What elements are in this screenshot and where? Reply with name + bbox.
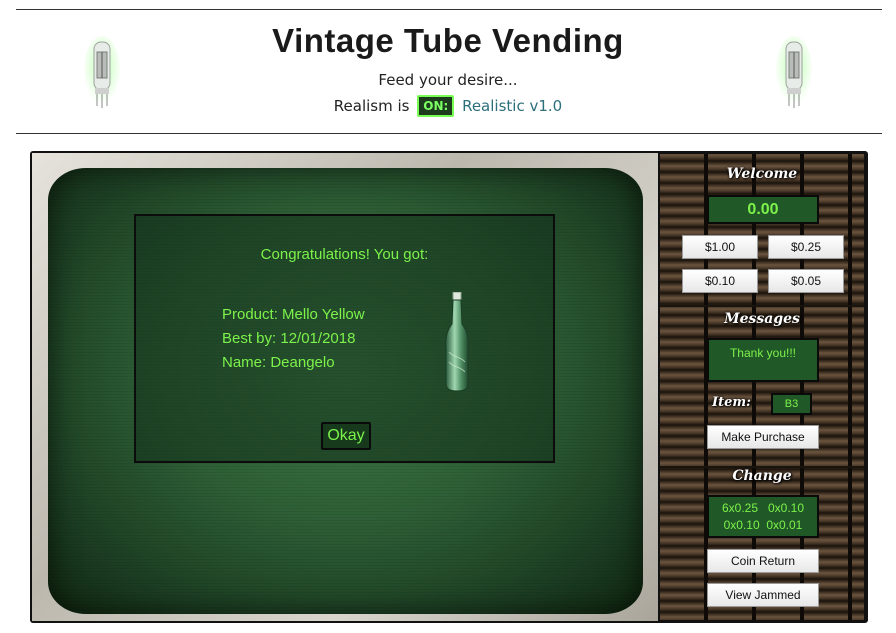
- dialog-heading: Congratulations! You got:: [260, 246, 429, 263]
- soda-bottle-icon: [442, 291, 472, 392]
- insert-quarter-button[interactable]: $0.25: [768, 235, 844, 259]
- realism-label: Realism is: [333, 97, 410, 115]
- realism-status: Realism is ON: Realistic v1.0: [0, 95, 896, 117]
- product-line: Product: Mello Yellow: [222, 306, 365, 323]
- best-by-line: Best by: 12/01/2018: [222, 330, 356, 347]
- view-jammed-button[interactable]: View Jammed: [707, 583, 819, 607]
- insert-nickel-button[interactable]: $0.05: [768, 269, 844, 293]
- purchase-result-dialog: Congratulations! You got: Product: Mello…: [134, 214, 555, 463]
- make-purchase-button[interactable]: Make Purchase: [707, 425, 819, 449]
- tagline: Feed your desire...: [378, 71, 518, 89]
- item-label: Item:: [712, 395, 751, 410]
- change-line: 6x0.25 0x0.10: [721, 501, 805, 515]
- page-title: Vintage Tube Vending: [272, 22, 624, 59]
- insert-dime-button[interactable]: $0.10: [682, 269, 758, 293]
- header-top-rule: [16, 9, 882, 10]
- panel-divider: [660, 305, 864, 307]
- change-heading: Change: [732, 468, 792, 484]
- messages-display: Thank you!!!: [707, 338, 819, 382]
- welcome-heading: Welcome: [726, 166, 798, 182]
- change-line: 0x0.10 0x0.01: [723, 518, 803, 532]
- messages-heading: Messages: [724, 311, 800, 327]
- realism-toggle-button[interactable]: ON:: [417, 95, 455, 117]
- header-bottom-rule: [16, 133, 882, 134]
- okay-button[interactable]: Okay: [321, 422, 371, 450]
- balance-display: 0.00: [707, 195, 819, 224]
- change-display: 6x0.25 0x0.10 0x0.10 0x0.01: [707, 495, 819, 538]
- realism-version-label: Realistic v1.0: [462, 97, 563, 115]
- insert-dollar-button[interactable]: $1.00: [682, 235, 758, 259]
- item-input[interactable]: B3: [771, 393, 812, 415]
- customer-name-line: Name: Deangelo: [222, 354, 335, 371]
- coin-return-button[interactable]: Coin Return: [707, 549, 819, 573]
